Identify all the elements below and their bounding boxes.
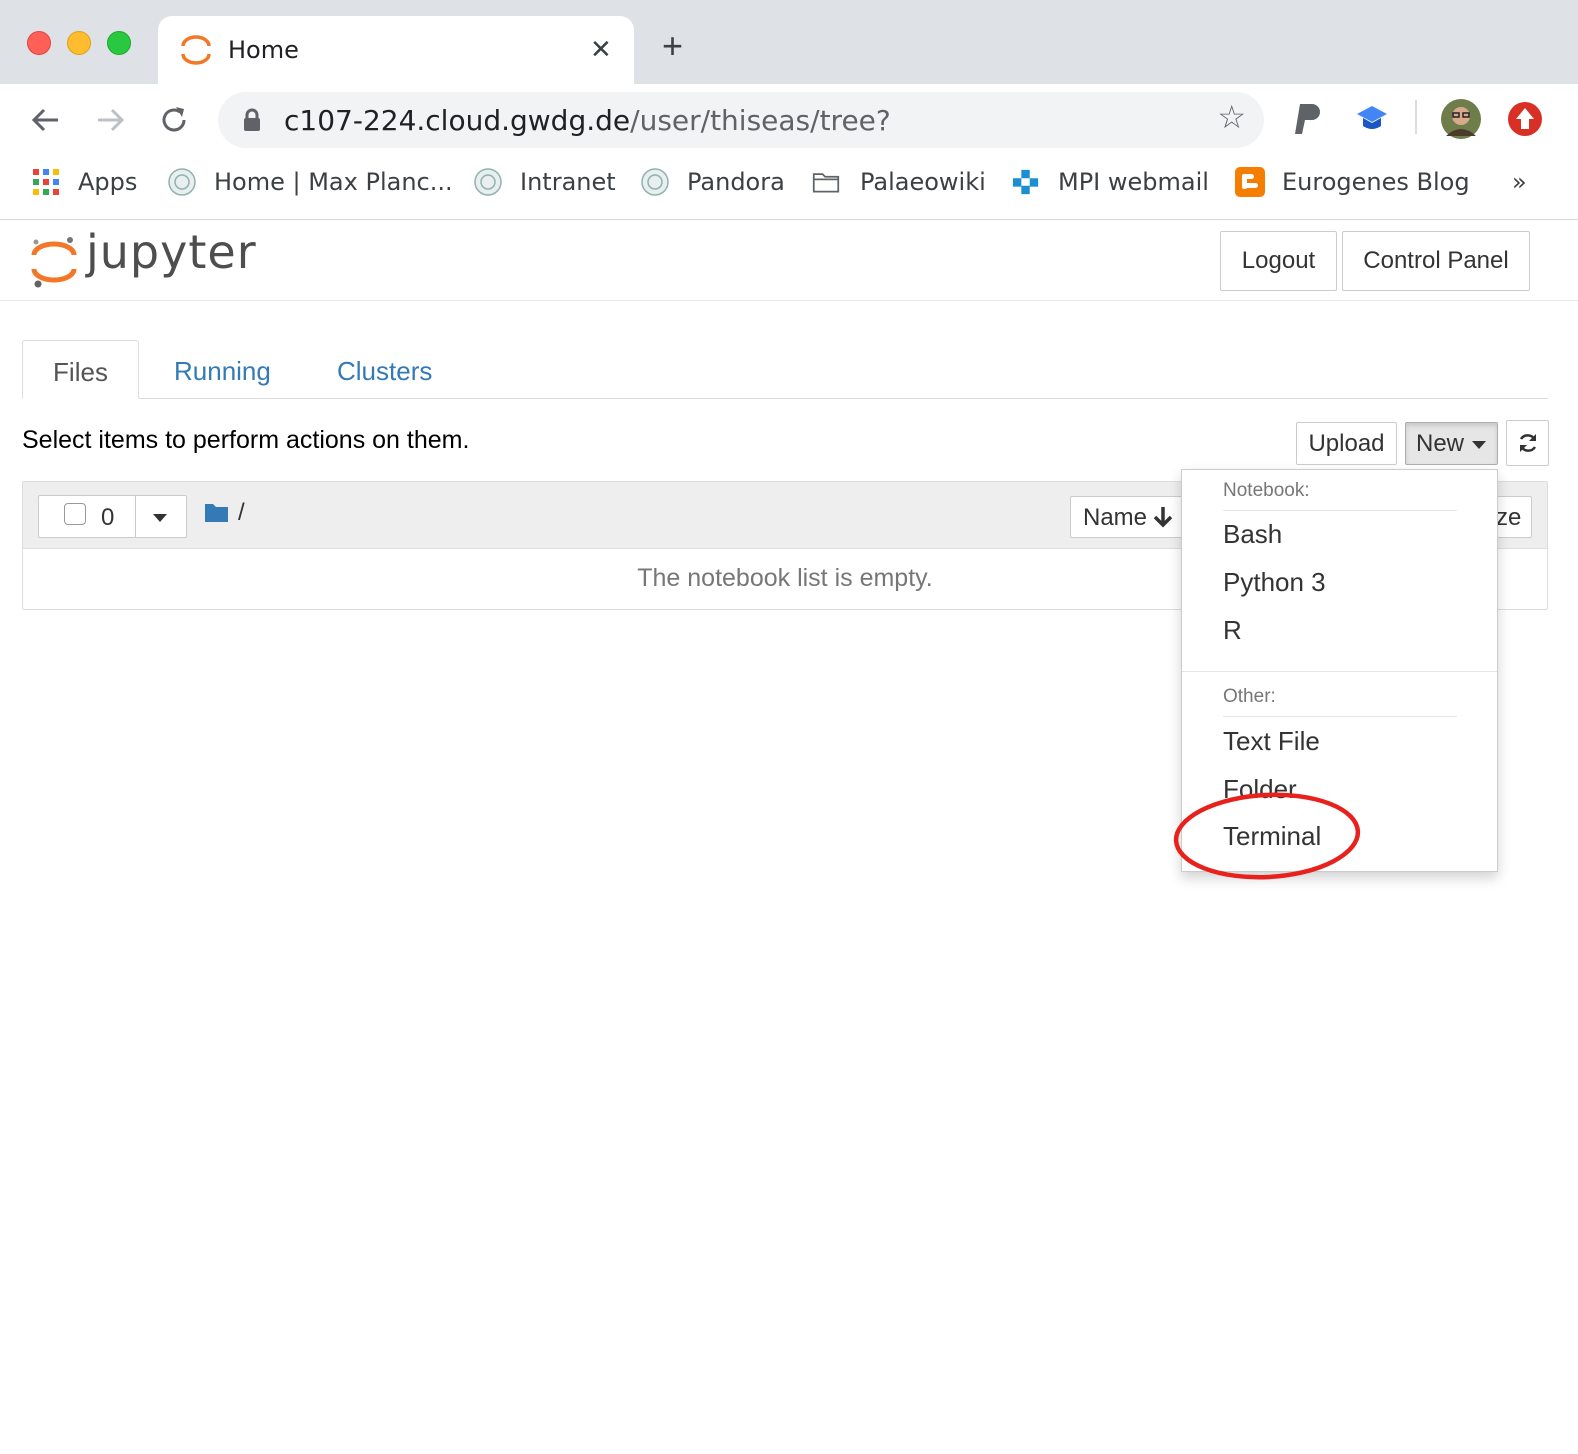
bookmark-eurogenes-blog[interactable]: Eurogenes Blog	[1282, 168, 1470, 196]
select-all-checkbox[interactable]	[64, 503, 86, 525]
browser-toolbar: c107-224.cloud.gwdg.de/user/thiseas/tree…	[0, 84, 1578, 156]
bookmarks-bar: Apps Home | Max Planc... Intranet Pandor…	[0, 156, 1578, 220]
menu-item-bash[interactable]: Bash	[1223, 519, 1282, 550]
bookmark-home-max-planck[interactable]: Home | Max Planc...	[214, 168, 453, 196]
toolbar-divider	[1415, 100, 1417, 134]
menu-header-rule	[1223, 716, 1457, 717]
sort-by-name-button[interactable]: Name	[1070, 496, 1186, 538]
caret-down-icon	[153, 514, 167, 522]
jupyter-favicon-icon	[181, 35, 211, 65]
jupyter-logo-icon[interactable]	[30, 233, 78, 291]
new-button[interactable]: New	[1405, 422, 1498, 465]
menu-header-other: Other:	[1223, 686, 1276, 707]
graduation-cap-extension-icon[interactable]	[1356, 104, 1388, 134]
paypal-extension-icon[interactable]	[1292, 102, 1322, 136]
select-all-group: 0	[38, 495, 187, 538]
selection-dropdown-button[interactable]	[136, 496, 186, 537]
browser-tab-strip: Home ✕ +	[0, 0, 1578, 84]
bookmark-star-icon[interactable]: ☆	[1217, 98, 1246, 136]
blogger-icon	[1235, 167, 1265, 197]
breadcrumb-root[interactable]: /	[238, 499, 245, 527]
menu-header-notebook: Notebook:	[1223, 480, 1310, 501]
maximize-window-button[interactable]	[107, 31, 131, 55]
control-panel-button[interactable]: Control Panel	[1342, 231, 1530, 291]
dashboard-tabs: Files Running Clusters	[22, 340, 1548, 399]
highlight-ellipse-annotation	[1173, 792, 1361, 880]
upload-button[interactable]: Upload	[1296, 422, 1397, 465]
forward-arrow-icon[interactable]	[94, 104, 126, 136]
tab-files[interactable]: Files	[22, 340, 139, 399]
jupyter-header: jupyter Logout Control Panel	[0, 221, 1578, 301]
bookmark-apps[interactable]: Apps	[78, 168, 137, 196]
bookmark-intranet[interactable]: Intranet	[520, 168, 616, 196]
url-path: /user/thiseas/tree?	[630, 104, 891, 137]
menu-item-python-3[interactable]: Python 3	[1223, 567, 1326, 598]
update-extension-icon[interactable]	[1506, 100, 1544, 138]
tab-clusters[interactable]: Clusters	[337, 340, 432, 399]
url-text: c107-224.cloud.gwdg.de/user/thiseas/tree…	[284, 104, 891, 137]
new-tab-button[interactable]: +	[662, 28, 683, 64]
back-arrow-icon[interactable]	[30, 104, 62, 136]
menu-header-rule	[1223, 510, 1457, 511]
jupyter-wordmark: jupyter	[86, 225, 257, 279]
minimize-window-button[interactable]	[67, 31, 91, 55]
size-label-fragment: ze	[1496, 504, 1522, 531]
folder-icon[interactable]	[204, 502, 230, 524]
lock-icon	[244, 108, 260, 131]
close-tab-icon[interactable]: ✕	[590, 34, 612, 65]
bookmarks-overflow-button[interactable]: »	[1512, 168, 1527, 196]
sort-label: Name	[1083, 504, 1148, 531]
close-window-button[interactable]	[27, 31, 51, 55]
reload-icon[interactable]	[158, 104, 190, 136]
browser-tab-home[interactable]: Home ✕	[158, 16, 634, 84]
address-bar[interactable]: c107-224.cloud.gwdg.de/user/thiseas/tree…	[218, 92, 1264, 148]
selected-count: 0	[101, 504, 115, 531]
bookmark-palaeowiki[interactable]: Palaeowiki	[860, 168, 986, 196]
webmail-icon	[1012, 169, 1039, 195]
tab-running[interactable]: Running	[174, 340, 271, 399]
menu-item-r[interactable]: R	[1223, 615, 1242, 646]
bookmark-pandora[interactable]: Pandora	[687, 168, 785, 196]
new-button-label: New	[1416, 430, 1465, 457]
arrow-down-icon	[1153, 507, 1173, 528]
url-host: c107-224.cloud.gwdg.de	[284, 104, 631, 137]
folder-icon	[812, 173, 840, 193]
logout-button[interactable]: Logout	[1220, 231, 1337, 291]
tab-title: Home	[228, 36, 299, 64]
menu-item-text-file[interactable]: Text File	[1223, 726, 1320, 757]
mpg-logo-icon	[168, 168, 196, 196]
caret-down-icon	[1472, 441, 1486, 449]
bookmark-mpi-webmail[interactable]: MPI webmail	[1058, 168, 1209, 196]
mpg-logo-icon	[474, 168, 502, 196]
apps-grid-icon	[32, 168, 60, 196]
selection-hint: Select items to perform actions on them.	[22, 426, 470, 454]
profile-avatar[interactable]	[1440, 98, 1482, 140]
mpg-logo-icon	[641, 168, 669, 196]
refresh-icon	[1519, 434, 1537, 452]
refresh-button[interactable]	[1506, 420, 1549, 466]
menu-divider	[1182, 671, 1497, 672]
